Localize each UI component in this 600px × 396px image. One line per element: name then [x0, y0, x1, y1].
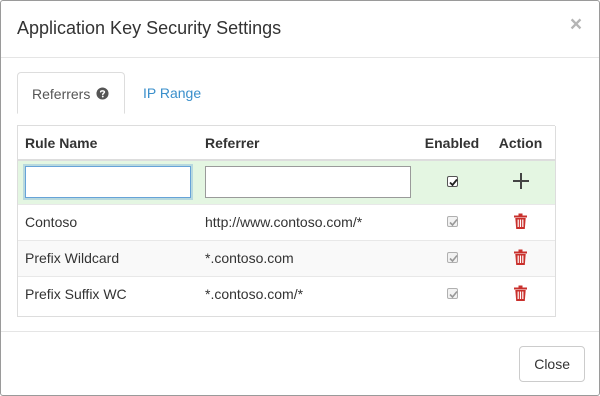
- referrer-table: Rule Name Referrer Enabled Action Contos…: [18, 126, 555, 312]
- checkmark-icon: [448, 254, 458, 263]
- close-button[interactable]: Close: [519, 346, 585, 382]
- dialog-footer: Close: [1, 331, 599, 395]
- tab-bar: Referrers IP Range: [17, 72, 555, 114]
- delete-rule-button[interactable]: [514, 213, 527, 232]
- checkmark-icon: [448, 179, 458, 187]
- column-header-enabled: Enabled: [418, 126, 486, 161]
- checkmark-icon: [448, 291, 458, 299]
- enabled-checkbox: [446, 216, 458, 227]
- referrer-cell: http://www.contoso.com/*: [198, 203, 418, 240]
- checkmark-icon: [448, 218, 458, 227]
- column-header-action: Action: [486, 126, 555, 161]
- add-rule-button[interactable]: [512, 172, 530, 193]
- referrer-cell: *.contoso.com: [198, 239, 418, 276]
- trash-icon: [514, 213, 527, 229]
- enabled-checkbox: [446, 252, 458, 263]
- referrer-table-container: Rule Name Referrer Enabled Action Contos…: [17, 126, 556, 317]
- rule-name-cell: Prefix Suffix WC: [18, 275, 198, 312]
- rule-name-cell: Prefix Wildcard: [18, 239, 198, 276]
- tab-referrers-label: Referrers: [32, 86, 91, 102]
- table-row: Contoso http://www.contoso.com/*: [18, 203, 555, 240]
- plus-icon: [512, 172, 529, 189]
- dialog-header: Application Key Security Settings ×: [1, 1, 599, 58]
- column-header-referrer: Referrer: [198, 126, 418, 161]
- new-rule-enabled-checkbox[interactable]: [446, 176, 458, 188]
- enabled-checkbox: [446, 288, 458, 300]
- delete-rule-button[interactable]: [514, 249, 527, 268]
- new-rule-row: [18, 160, 555, 204]
- question-circle-icon: [96, 87, 109, 100]
- trash-icon: [514, 249, 527, 265]
- tab-referrers[interactable]: Referrers: [17, 72, 125, 114]
- trash-icon: [514, 285, 527, 301]
- table-row: Prefix Suffix WC *.contoso.com/*: [18, 275, 555, 312]
- rule-name-cell: Contoso: [18, 203, 198, 240]
- tab-ip-range[interactable]: IP Range: [129, 72, 215, 114]
- referrer-cell: *.contoso.com/*: [198, 275, 418, 312]
- security-settings-dialog: Application Key Security Settings × Refe…: [0, 0, 600, 396]
- referrer-input[interactable]: [205, 166, 411, 199]
- delete-rule-button[interactable]: [514, 285, 527, 304]
- table-row: Prefix Wildcard *.contoso.com: [18, 239, 555, 276]
- dialog-title: Application Key Security Settings: [17, 18, 282, 38]
- close-icon[interactable]: ×: [569, 14, 583, 35]
- column-header-rule-name: Rule Name: [18, 126, 198, 161]
- table-header-row: Rule Name Referrer Enabled Action: [18, 126, 555, 161]
- rule-name-input[interactable]: [25, 166, 191, 199]
